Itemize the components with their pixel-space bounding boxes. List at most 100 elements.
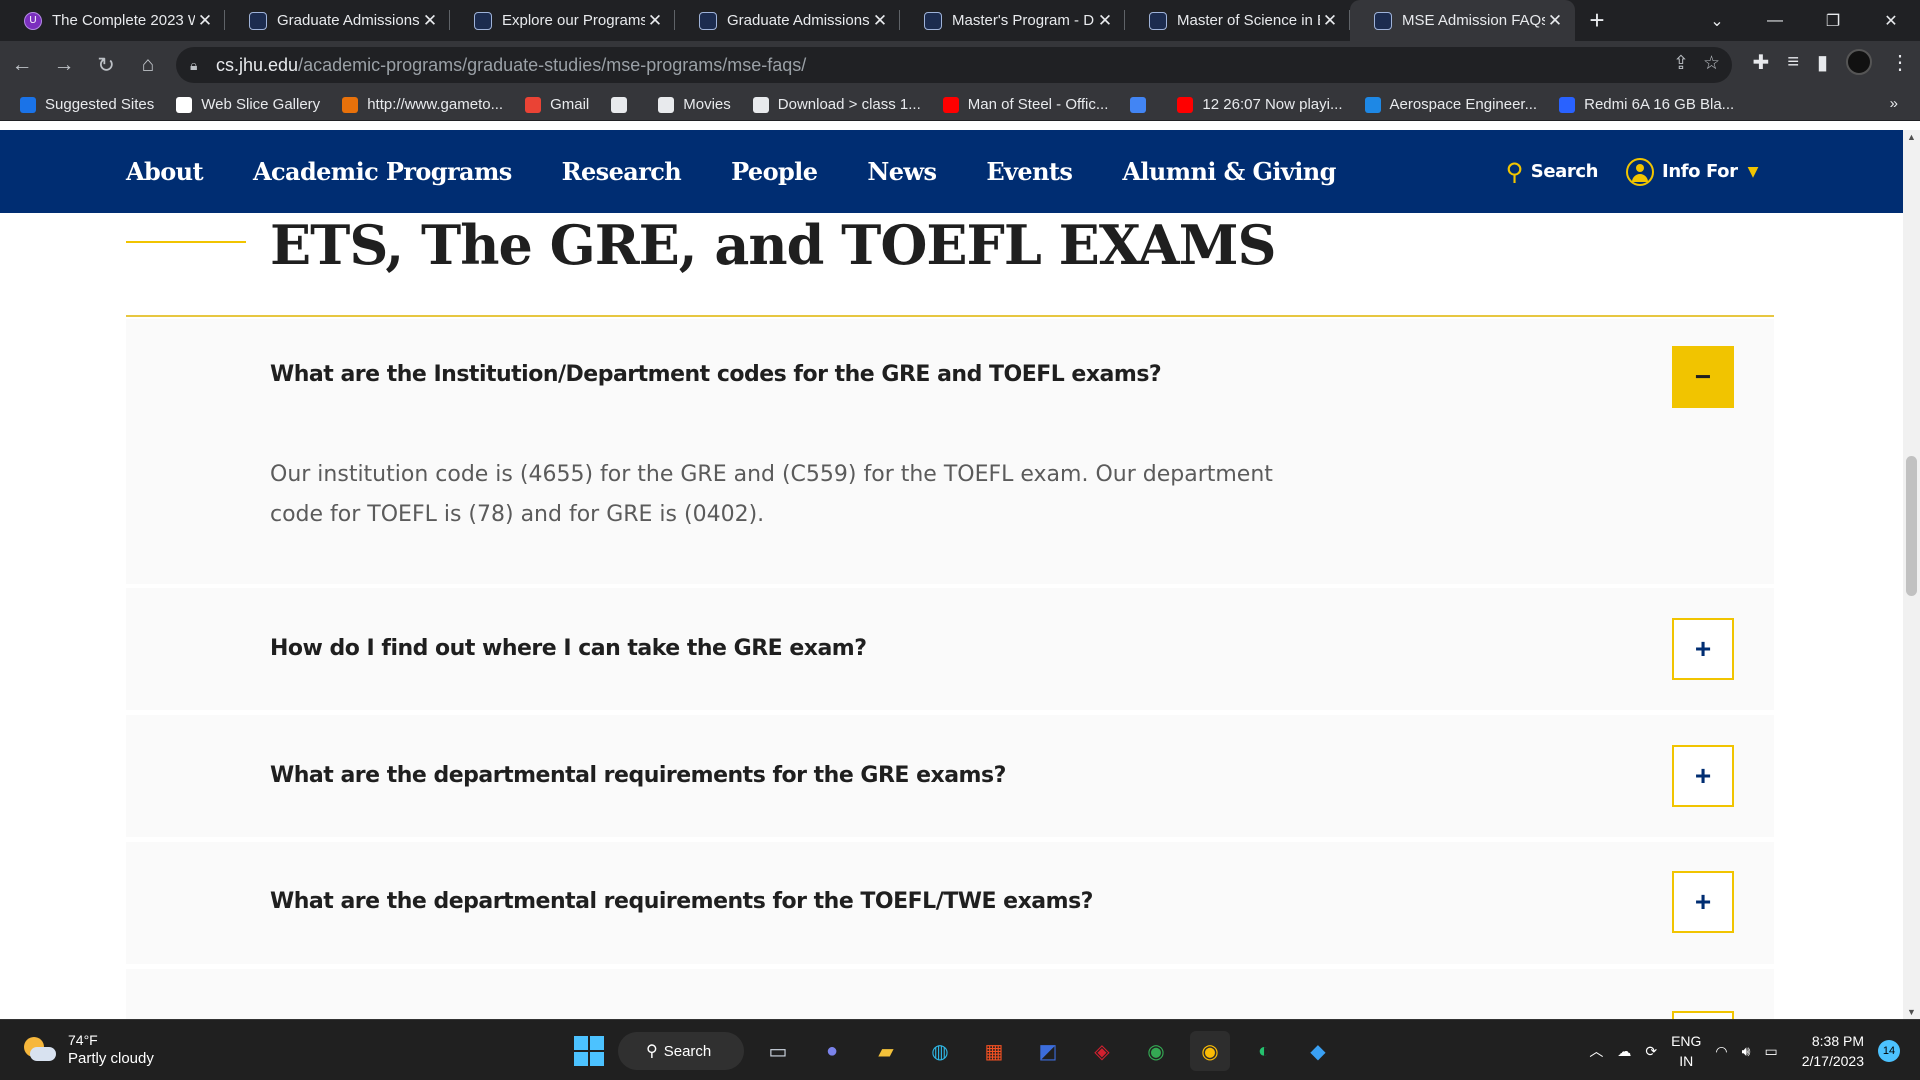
partly-cloudy-icon — [22, 1035, 56, 1065]
browser-tab[interactable]: U The Complete 2023 W ✕ — [0, 0, 225, 41]
minimize-icon[interactable]: — — [1746, 0, 1804, 41]
forward-icon[interactable]: → — [44, 45, 84, 85]
close-window-icon[interactable]: ✕ — [1862, 0, 1920, 41]
nav-link-research[interactable]: Research — [562, 157, 682, 186]
bookmark-item[interactable]: Gmail — [525, 96, 589, 113]
browser-tab[interactable]: Graduate Admissions ✕ — [225, 0, 450, 41]
bookmark-item[interactable] — [1130, 96, 1155, 113]
app-icon[interactable]: ◩ — [1028, 1031, 1068, 1071]
faq-question[interactable]: How do I find out where I can take the G… — [270, 636, 867, 661]
faq-expand-button[interactable]: + — [1672, 871, 1734, 933]
faq-expand-button[interactable]: + — [1672, 618, 1734, 680]
onedrive-cloud-icon[interactable]: ☁ — [1617, 1043, 1631, 1060]
taskbar-search[interactable]: ⚲ Search — [618, 1032, 744, 1070]
weather-temperature: 74°F — [68, 1032, 98, 1048]
info-for-dropdown[interactable]: Info For ▼ — [1626, 157, 1758, 186]
page-scrollbar[interactable]: ▲ ▼ — [1903, 130, 1920, 1019]
scrollbar-thumb[interactable] — [1906, 456, 1917, 596]
tab-favicon — [249, 11, 267, 30]
sync-icon[interactable]: ⟳ — [1645, 1043, 1657, 1060]
clock[interactable]: 8:38 PM 2/17/2023 — [1802, 1031, 1864, 1071]
faq-item[interactable]: What are the departmental requirements f… — [126, 842, 1774, 964]
teams-chat-icon[interactable]: ● — [812, 1031, 852, 1071]
browser-tab[interactable]: Graduate Admissions ✕ — [675, 0, 900, 41]
faq-question[interactable]: What are the departmental requirements f… — [270, 763, 1006, 788]
bookmark-star-icon[interactable]: ☆ — [1703, 52, 1720, 75]
language-indicator[interactable]: ENG IN — [1671, 1031, 1701, 1071]
browser-tab[interactable]: Master of Science in E ✕ — [1125, 0, 1350, 41]
nav-link-academic-programs[interactable]: Academic Programs — [253, 157, 512, 186]
browser-tab[interactable]: Master's Program - D ✕ — [900, 0, 1125, 41]
site-search-button[interactable]: ⚲ Search — [1506, 158, 1599, 186]
new-tab-button[interactable]: + — [1575, 0, 1619, 41]
show-hidden-icons-icon[interactable]: ︿ — [1589, 1041, 1603, 1061]
scroll-up-icon[interactable]: ▲ — [1903, 132, 1920, 142]
mcafee-icon[interactable]: ◈ — [1082, 1031, 1122, 1071]
messaging-app-icon[interactable]: ◐ — [1244, 1031, 1284, 1071]
side-panel-icon[interactable]: ▮ — [1817, 50, 1828, 75]
menu-kebab-icon[interactable]: ⋮ — [1890, 50, 1910, 75]
task-view-icon[interactable]: ▭ — [758, 1031, 798, 1071]
nav-link-people[interactable]: People — [731, 157, 818, 186]
scroll-down-icon[interactable]: ▼ — [1903, 1007, 1920, 1017]
faq-question[interactable]: What are the departmental requirements f… — [270, 889, 1093, 914]
notification-badge[interactable]: 14 — [1878, 1040, 1900, 1062]
faq-item[interactable]: What are the departmental requirements f… — [126, 715, 1774, 837]
browser-tab[interactable]: Explore our Programs ✕ — [450, 0, 675, 41]
bookmark-item[interactable]: Suggested Sites — [20, 96, 154, 113]
back-icon[interactable]: ← — [2, 45, 42, 85]
edge-icon[interactable]: ◍ — [920, 1031, 960, 1071]
faq-expand-button[interactable] — [1672, 1011, 1734, 1019]
volume-icon[interactable]: 🔊︎ — [1742, 1043, 1751, 1060]
bookmark-item[interactable] — [611, 96, 636, 113]
bookmark-item[interactable]: Redmi 6A 16 GB Bla... — [1559, 96, 1734, 113]
nav-link-news[interactable]: News — [867, 157, 937, 186]
nav-link-events[interactable]: Events — [986, 157, 1073, 186]
tab-close-icon[interactable]: ✕ — [1545, 11, 1565, 31]
wifi-icon[interactable]: ◠ — [1715, 1043, 1727, 1060]
faq-question[interactable]: What are the Institution/Department code… — [270, 362, 1162, 387]
store-icon[interactable]: ▦ — [974, 1031, 1014, 1071]
faq-item-partial[interactable] — [126, 969, 1774, 1019]
bookmarks-overflow-icon[interactable]: » — [1890, 95, 1898, 112]
utility-nav: ⚲ Search Info For ▼ — [1506, 130, 1758, 213]
tab-close-icon[interactable]: ✕ — [1095, 11, 1115, 31]
extensions-puzzle-icon[interactable]: ✚ — [1753, 50, 1770, 75]
bookmark-favicon-icon — [20, 96, 36, 113]
chrome-profile-icon[interactable]: ◉ — [1190, 1031, 1230, 1071]
bookmark-item[interactable]: 12 26:07 Now playi... — [1177, 96, 1343, 113]
windows-start-icon[interactable] — [574, 1036, 604, 1066]
bookmark-item[interactable]: Aerospace Engineer... — [1364, 96, 1537, 113]
lock-icon[interactable]: 🔒︎ — [190, 57, 216, 74]
browser-tab-active[interactable]: MSE Admission FAQs ✕ — [1350, 0, 1575, 41]
tab-close-icon[interactable]: ✕ — [1320, 11, 1340, 31]
home-icon[interactable]: ⌂ — [128, 45, 168, 85]
address-bar[interactable]: 🔒︎ cs.jhu.edu/academic-programs/graduate… — [176, 47, 1732, 83]
faq-collapse-button[interactable]: − — [1672, 346, 1734, 408]
share-icon[interactable]: ⇪ — [1673, 52, 1689, 75]
reload-icon[interactable]: ↻ — [86, 45, 126, 85]
media-queue-icon[interactable]: ≡ — [1787, 51, 1799, 74]
tab-close-icon[interactable]: ✕ — [870, 11, 890, 31]
bookmark-item[interactable]: Man of Steel - Offic... — [942, 96, 1108, 113]
tab-close-icon[interactable]: ✕ — [195, 11, 215, 31]
bookmark-item[interactable]: Movies — [658, 96, 731, 113]
profile-avatar[interactable] — [1846, 49, 1872, 75]
tab-title: Graduate Admissions — [277, 12, 420, 29]
bookmark-item[interactable]: Download > class 1... — [752, 96, 921, 113]
battery-icon[interactable]: ▭ — [1764, 1043, 1777, 1060]
faq-item[interactable]: How do I find out where I can take the G… — [126, 588, 1774, 710]
weather-widget[interactable]: 74°F Partly cloudy — [22, 1032, 154, 1067]
nav-link-alumni-giving[interactable]: Alumni & Giving — [1122, 157, 1336, 186]
bookmark-item[interactable]: http://www.gameto... — [342, 96, 503, 113]
tab-close-icon[interactable]: ✕ — [645, 11, 665, 31]
chrome-icon[interactable]: ◉ — [1136, 1031, 1176, 1071]
tab-close-icon[interactable]: ✕ — [420, 11, 440, 31]
tab-search-icon[interactable]: ⌄ — [1688, 0, 1746, 41]
vscode-icon[interactable]: ◆ — [1298, 1031, 1338, 1071]
nav-link-about[interactable]: About — [126, 157, 204, 186]
faq-expand-button[interactable]: + — [1672, 745, 1734, 807]
file-explorer-icon[interactable]: ▰ — [866, 1031, 906, 1071]
restore-icon[interactable]: ❐ — [1804, 0, 1862, 41]
bookmark-item[interactable]: Web Slice Gallery — [176, 96, 320, 113]
